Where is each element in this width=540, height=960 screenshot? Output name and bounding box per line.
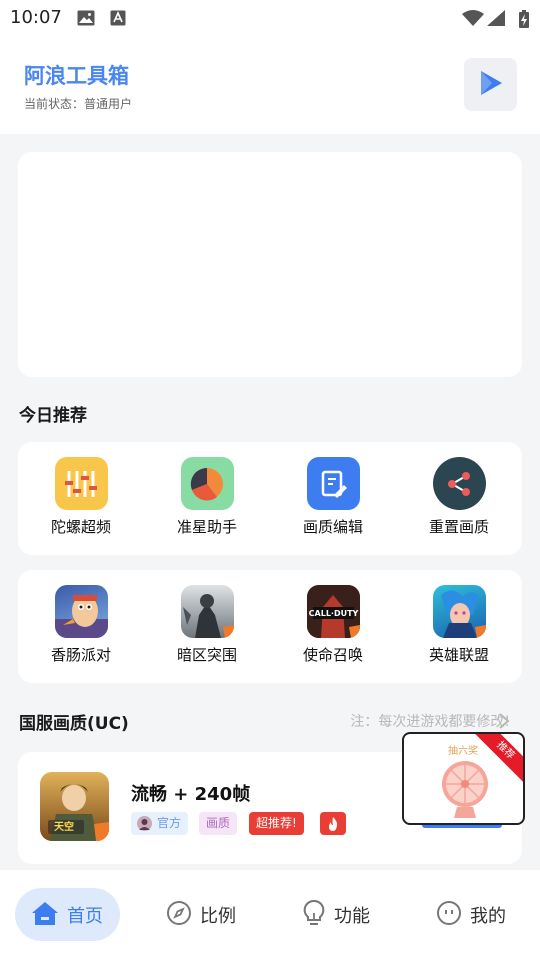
tool-label: 准星助手 (176, 518, 237, 536)
pie-chart-icon (180, 457, 234, 510)
official-tag: 官方 (131, 812, 189, 835)
sausage-party-icon (54, 585, 108, 638)
tab-ratio-label: 比例 (200, 905, 236, 927)
avatar-icon (137, 816, 152, 839)
official-tag-label: 官方 (157, 816, 182, 830)
fire-icon (320, 812, 346, 835)
tab-profile[interactable]: 我的 (436, 888, 506, 941)
hot-recommend-tag: 超推荐! (249, 812, 304, 835)
app-title: 阿浪工具箱 (24, 64, 129, 88)
svg-text:CALL·DUTY: CALL·DUTY (308, 609, 358, 618)
play-icon (478, 69, 504, 101)
pubg-game-icon: 天空 (40, 772, 109, 841)
play-button[interactable] (464, 58, 517, 111)
tool-item-tuoluo[interactable]: 陀螺超频 (18, 457, 144, 537)
tool-label: 重置画质 (428, 518, 489, 536)
tab-home-label: 首页 (67, 905, 103, 927)
signal-icon (487, 10, 505, 26)
edit-doc-icon (306, 457, 360, 510)
game-label: 英雄联盟 (428, 646, 489, 664)
image-notification-icon (77, 10, 95, 26)
tool-item-crosshair[interactable]: 准星助手 (144, 457, 270, 537)
tool-item-quality-edit[interactable]: 画质编辑 (270, 457, 396, 537)
battery-icon (518, 10, 530, 28)
chevron-right-icon[interactable] (498, 712, 510, 734)
prize-wheel-icon (440, 760, 490, 823)
tool-label: 画质编辑 (302, 518, 363, 536)
app-header: 阿浪工具箱 当前状态：普通用户 (0, 36, 540, 134)
quality-tag: 画质 (199, 812, 238, 835)
game-item-lol[interactable]: 英雄联盟 (396, 585, 522, 665)
arena-breakout-icon (180, 585, 234, 638)
status-time: 10:07 (10, 7, 62, 28)
user-status: 当前状态：普通用户 (24, 97, 133, 111)
game-label: 暗区突围 (176, 646, 237, 664)
tuning-sliders-icon (54, 457, 108, 510)
uc-note[interactable]: 注：每次进游戏都要修改! (350, 711, 510, 731)
tab-profile-label: 我的 (470, 905, 506, 927)
league-of-legends-icon (432, 585, 486, 638)
game-label: 使命召唤 (302, 646, 363, 664)
status-bar: 10:07 (0, 0, 540, 36)
game-item-call-of-duty[interactable]: CALL·DUTY 使命召唤 (270, 585, 396, 665)
tab-features[interactable]: 功能 (302, 888, 370, 941)
tool-label: 陀螺超频 (50, 518, 111, 536)
call-of-duty-icon: CALL·DUTY (306, 585, 360, 638)
font-notification-icon (110, 10, 128, 26)
tab-home[interactable]: 首页 (15, 888, 120, 941)
banner-area[interactable] (18, 152, 522, 377)
lightbulb-icon (302, 899, 326, 931)
tab-ratio[interactable]: 比例 (166, 888, 236, 941)
tool-item-reset-quality[interactable]: 重置画质 (396, 457, 522, 537)
floating-lottery-ad[interactable]: 抽六奖 推荐 (402, 732, 525, 825)
lottery-label: 抽六奖 (448, 746, 478, 757)
game-label: 香肠派对 (50, 646, 111, 664)
uc-section-title: 国服画质(UC) (19, 714, 129, 734)
tab-features-label: 功能 (334, 905, 370, 927)
tools-card: 陀螺超频 准星助手 画质编辑 重置画质 (18, 442, 522, 555)
profile-face-icon (436, 900, 462, 930)
home-icon (31, 900, 59, 930)
share-icon (432, 457, 486, 510)
today-section-title: 今日推荐 (19, 406, 87, 426)
wifi-icon (462, 10, 484, 26)
bottom-tab-bar: 首页 比例 功能 我的 (0, 870, 540, 960)
game-item-sausage[interactable]: 香肠派对 (18, 585, 144, 665)
game-item-arena-breakout[interactable]: 暗区突围 (144, 585, 270, 665)
compass-icon (166, 900, 192, 930)
svg-text:天空: 天空 (54, 820, 74, 833)
games-card: 香肠派对 暗区突围 CALL·DUTY 使命召唤 英雄联盟 (18, 570, 522, 683)
game-config-name: 流畅 + 240帧 (131, 784, 251, 805)
